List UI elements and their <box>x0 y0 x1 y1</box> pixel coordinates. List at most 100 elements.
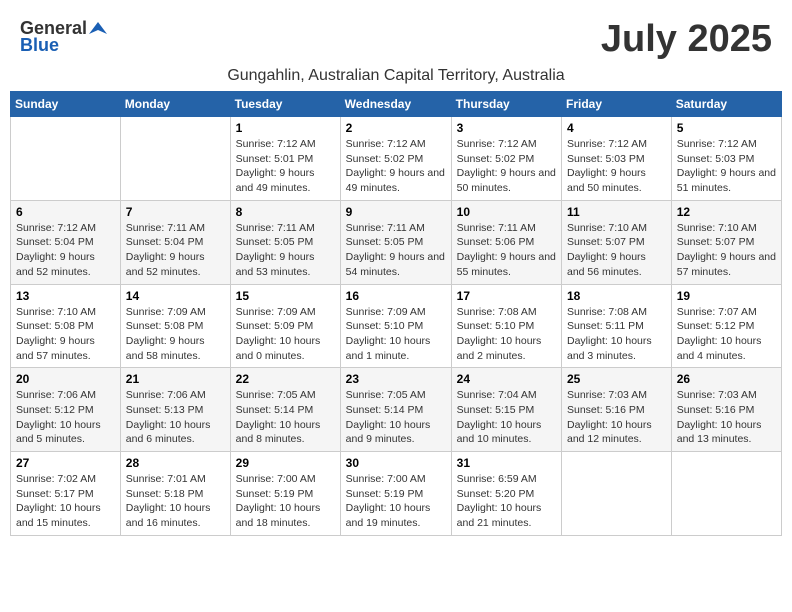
day-number: 20 <box>16 372 115 386</box>
day-number: 7 <box>126 205 225 219</box>
calendar-cell: 9 Sunrise: 7:11 AMSunset: 5:05 PMDaylight… <box>340 200 451 284</box>
day-info: Sunrise: 7:07 AMSunset: 5:12 PMDaylight:… <box>677 305 776 364</box>
calendar-cell: 5 Sunrise: 7:12 AMSunset: 5:03 PMDaylight… <box>671 117 781 201</box>
day-number: 30 <box>346 456 446 470</box>
day-info: Sunrise: 7:11 AMSunset: 5:05 PMDaylight:… <box>346 221 446 280</box>
day-info: Sunrise: 7:12 AMSunset: 5:01 PMDaylight:… <box>236 137 335 196</box>
day-info: Sunrise: 6:59 AMSunset: 5:20 PMDaylight:… <box>457 472 556 531</box>
day-info: Sunrise: 7:03 AMSunset: 5:16 PMDaylight:… <box>567 388 666 447</box>
day-info: Sunrise: 7:12 AMSunset: 5:03 PMDaylight:… <box>567 137 666 196</box>
day-info: Sunrise: 7:10 AMSunset: 5:08 PMDaylight:… <box>16 305 115 364</box>
calendar-cell: 30 Sunrise: 7:00 AMSunset: 5:19 PMDayligh… <box>340 452 451 536</box>
day-info: Sunrise: 7:09 AMSunset: 5:08 PMDaylight:… <box>126 305 225 364</box>
calendar-week-row: 27Sunrise: 7:02 AMSunset: 5:17 PMDayligh… <box>11 452 782 536</box>
day-number: 28 <box>126 456 225 470</box>
day-number: 15 <box>236 289 335 303</box>
calendar-week-row: 13 Sunrise: 7:10 AMSunset: 5:08 PMDayligh… <box>11 284 782 368</box>
day-info: Sunrise: 7:05 AMSunset: 5:14 PMDaylight:… <box>346 388 446 447</box>
weekday-header-thursday: Thursday <box>451 92 561 117</box>
day-number: 18 <box>567 289 666 303</box>
day-number: 6 <box>16 205 115 219</box>
day-info: Sunrise: 7:00 AMSunset: 5:19 PMDaylight:… <box>236 472 335 531</box>
weekday-header-sunday: Sunday <box>11 92 121 117</box>
calendar-cell: 18 Sunrise: 7:08 AMSunset: 5:11 PMDayligh… <box>562 284 672 368</box>
calendar-header-row: SundayMondayTuesdayWednesdayThursdayFrid… <box>11 92 782 117</box>
calendar-cell: 29Sunrise: 7:00 AMSunset: 5:19 PMDayligh… <box>230 452 340 536</box>
calendar-cell: 22 Sunrise: 7:05 AMSunset: 5:14 PMDayligh… <box>230 368 340 452</box>
calendar-cell: 28 Sunrise: 7:01 AMSunset: 5:18 PMDayligh… <box>120 452 230 536</box>
day-number: 4 <box>567 121 666 135</box>
calendar-cell: 1 Sunrise: 7:12 AMSunset: 5:01 PMDaylight… <box>230 117 340 201</box>
calendar-cell: 6 Sunrise: 7:12 AMSunset: 5:04 PMDaylight… <box>11 200 121 284</box>
day-info: Sunrise: 7:05 AMSunset: 5:14 PMDaylight:… <box>236 388 335 447</box>
calendar-cell: 23 Sunrise: 7:05 AMSunset: 5:14 PMDayligh… <box>340 368 451 452</box>
logo-blue: Blue <box>20 35 59 56</box>
day-info: Sunrise: 7:04 AMSunset: 5:15 PMDaylight:… <box>457 388 556 447</box>
calendar-cell: 2 Sunrise: 7:12 AMSunset: 5:02 PMDaylight… <box>340 117 451 201</box>
day-info: Sunrise: 7:09 AMSunset: 5:10 PMDaylight:… <box>346 305 446 364</box>
logo-bird-icon <box>89 20 107 38</box>
day-number: 3 <box>457 121 556 135</box>
logo: General Blue <box>20 18 107 56</box>
day-number: 14 <box>126 289 225 303</box>
day-info: Sunrise: 7:08 AMSunset: 5:11 PMDaylight:… <box>567 305 666 364</box>
day-number: 13 <box>16 289 115 303</box>
day-info: Sunrise: 7:02 AMSunset: 5:17 PMDaylight:… <box>16 472 115 531</box>
day-info: Sunrise: 7:12 AMSunset: 5:02 PMDaylight:… <box>457 137 556 196</box>
day-number: 1 <box>236 121 335 135</box>
calendar-cell: 19Sunrise: 7:07 AMSunset: 5:12 PMDayligh… <box>671 284 781 368</box>
calendar-cell: 16 Sunrise: 7:09 AMSunset: 5:10 PMDayligh… <box>340 284 451 368</box>
calendar-cell: 11 Sunrise: 7:10 AMSunset: 5:07 PMDayligh… <box>562 200 672 284</box>
calendar-cell: 7Sunrise: 7:11 AMSunset: 5:04 PMDaylight… <box>120 200 230 284</box>
day-info: Sunrise: 7:12 AMSunset: 5:03 PMDaylight:… <box>677 137 776 196</box>
day-info: Sunrise: 7:10 AMSunset: 5:07 PMDaylight:… <box>677 221 776 280</box>
day-number: 10 <box>457 205 556 219</box>
day-info: Sunrise: 7:11 AMSunset: 5:05 PMDaylight:… <box>236 221 335 280</box>
calendar-cell <box>671 452 781 536</box>
day-number: 17 <box>457 289 556 303</box>
calendar-cell: 27Sunrise: 7:02 AMSunset: 5:17 PMDayligh… <box>11 452 121 536</box>
month-title: July 2025 <box>601 18 772 61</box>
calendar-week-row: 1 Sunrise: 7:12 AMSunset: 5:01 PMDaylight… <box>11 117 782 201</box>
calendar-cell: 24 Sunrise: 7:04 AMSunset: 5:15 PMDayligh… <box>451 368 561 452</box>
day-number: 26 <box>677 372 776 386</box>
day-info: Sunrise: 7:03 AMSunset: 5:16 PMDaylight:… <box>677 388 776 447</box>
day-number: 23 <box>346 372 446 386</box>
calendar-cell: 17 Sunrise: 7:08 AMSunset: 5:10 PMDayligh… <box>451 284 561 368</box>
weekday-header-saturday: Saturday <box>671 92 781 117</box>
day-info: Sunrise: 7:10 AMSunset: 5:07 PMDaylight:… <box>567 221 666 280</box>
day-info: Sunrise: 7:06 AMSunset: 5:12 PMDaylight:… <box>16 388 115 447</box>
calendar-cell: 4 Sunrise: 7:12 AMSunset: 5:03 PMDaylight… <box>562 117 672 201</box>
day-info: Sunrise: 7:11 AMSunset: 5:06 PMDaylight:… <box>457 221 556 280</box>
day-number: 31 <box>457 456 556 470</box>
calendar-cell: 25 Sunrise: 7:03 AMSunset: 5:16 PMDayligh… <box>562 368 672 452</box>
calendar-cell: 14 Sunrise: 7:09 AMSunset: 5:08 PMDayligh… <box>120 284 230 368</box>
day-number: 8 <box>236 205 335 219</box>
day-info: Sunrise: 7:01 AMSunset: 5:18 PMDaylight:… <box>126 472 225 531</box>
calendar-table: SundayMondayTuesdayWednesdayThursdayFrid… <box>10 91 782 536</box>
day-info: Sunrise: 7:06 AMSunset: 5:13 PMDaylight:… <box>126 388 225 447</box>
day-number: 11 <box>567 205 666 219</box>
calendar-cell: 21 Sunrise: 7:06 AMSunset: 5:13 PMDayligh… <box>120 368 230 452</box>
calendar-cell: 12Sunrise: 7:10 AMSunset: 5:07 PMDayligh… <box>671 200 781 284</box>
day-number: 22 <box>236 372 335 386</box>
day-info: Sunrise: 7:12 AMSunset: 5:02 PMDaylight:… <box>346 137 446 196</box>
weekday-header-monday: Monday <box>120 92 230 117</box>
weekday-header-tuesday: Tuesday <box>230 92 340 117</box>
day-info: Sunrise: 7:12 AMSunset: 5:04 PMDaylight:… <box>16 221 115 280</box>
page-header: General Blue July 2025 <box>10 10 782 65</box>
calendar-cell <box>562 452 672 536</box>
calendar-cell: 26 Sunrise: 7:03 AMSunset: 5:16 PMDayligh… <box>671 368 781 452</box>
day-number: 2 <box>346 121 446 135</box>
day-number: 16 <box>346 289 446 303</box>
day-info: Sunrise: 7:08 AMSunset: 5:10 PMDaylight:… <box>457 305 556 364</box>
weekday-header-friday: Friday <box>562 92 672 117</box>
calendar-cell: 31 Sunrise: 6:59 AMSunset: 5:20 PMDayligh… <box>451 452 561 536</box>
calendar-cell: 20 Sunrise: 7:06 AMSunset: 5:12 PMDayligh… <box>11 368 121 452</box>
day-number: 5 <box>677 121 776 135</box>
day-number: 21 <box>126 372 225 386</box>
day-info: Sunrise: 7:00 AMSunset: 5:19 PMDaylight:… <box>346 472 446 531</box>
day-number: 9 <box>346 205 446 219</box>
day-number: 24 <box>457 372 556 386</box>
day-number: 25 <box>567 372 666 386</box>
